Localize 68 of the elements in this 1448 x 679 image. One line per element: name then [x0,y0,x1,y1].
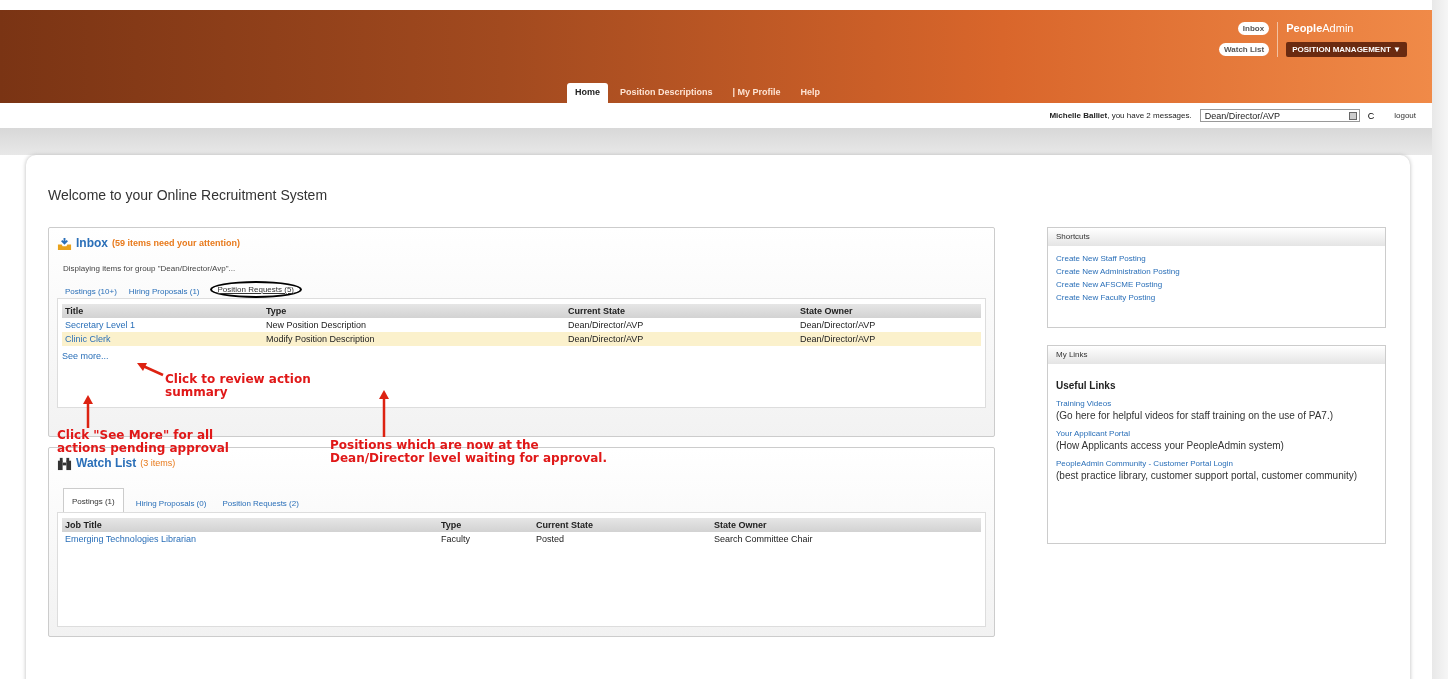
tab[interactable]: Position Requests (5) [209,281,302,298]
useful-link[interactable]: PeopleAdmin Community - Customer Portal Login [1056,459,1233,468]
link-description: (How Applicants access your PeopleAdmin system) [1056,440,1285,452]
annotation-text: Click "See More" for all actions pending approval [57,429,229,455]
tab[interactable]: Postings (1) [63,488,124,512]
dropdown-icon [1348,111,1357,120]
tab[interactable]: Position Requests (2) [218,495,303,512]
user-greeting: Michelle Balliet, you have 2 messages. [1049,111,1192,120]
column-header: Current State [533,518,711,532]
title-link[interactable]: Clinic Clerk [62,332,263,346]
annotation-text: Positions which are now at the Dean/Director level waiting for approval. [330,439,607,465]
table-cell: Dean/Director/AVP [565,332,797,346]
refresh-button[interactable]: C [1367,110,1375,121]
nav-tab[interactable]: Help [792,83,829,103]
table-cell: New Position Description [263,318,565,332]
brand-logo: PeopleAdmin [1286,22,1355,36]
column-header: State Owner [797,304,981,318]
shortcut-link[interactable]: Create New Faculty Posting [1056,291,1377,304]
item-count: (3 items) [140,458,176,468]
link-description: (best practice library, customer support portal, customer community) [1056,470,1359,482]
panel-title[interactable]: Inbox [76,236,108,250]
column-header: Current State [565,304,797,318]
annotation-arrow [135,362,165,378]
table-cell: Posted [533,532,711,546]
inbox-icon [57,235,72,251]
link-description: (Go here for helpful videos for staff training on the use of PA7.) [1056,410,1334,422]
nav-tab[interactable]: | My Profile [724,83,789,103]
page-title: Welcome to your Online Recruitment System [48,187,329,205]
shortcut-link[interactable]: Create New Staff Posting [1056,252,1377,265]
shortcut-link[interactable]: Create New AFSCME Posting [1056,278,1377,291]
module-menu[interactable]: POSITION MANAGEMENT ▼ [1286,42,1407,57]
annotation-arrow [82,394,94,430]
column-header: Title [62,304,263,318]
panel-title: My Links [1048,346,1385,364]
column-header: Type [438,518,533,532]
binoculars-icon [57,455,72,471]
table-cell: Search Committee Chair [711,532,981,546]
group-select[interactable]: Dean/Director/AVP [1199,109,1360,122]
column-header: State Owner [711,518,981,532]
table-cell: Faculty [438,532,533,546]
header-link[interactable]: Watch List [1219,43,1270,56]
nav-tab[interactable]: Home [567,83,608,103]
column-header: Type [263,304,565,318]
logout-link[interactable]: logout [1394,111,1416,120]
panel-title: Shortcuts [1048,228,1385,246]
title-link[interactable]: Emerging Technologies Librarian [62,532,438,546]
group-note: Displaying items for group "Dean/Director/Avp"... [63,264,237,273]
annotation-arrow [378,389,390,439]
section-heading: Useful Links [1056,380,1117,391]
header-link[interactable]: Inbox [1237,22,1270,35]
column-header: Job Title [62,518,438,532]
useful-link[interactable]: Your Applicant Portal [1056,429,1130,438]
tab[interactable]: Hiring Proposals (0) [131,495,211,512]
nav-tab[interactable]: Position Descriptions [612,83,721,103]
table-cell: Dean/Director/AVP [797,332,981,346]
shortcut-link[interactable]: Create New Administration Posting [1056,265,1377,278]
scrollbar[interactable] [1432,0,1448,679]
panel-title[interactable]: Watch List [76,456,137,470]
table-cell: Dean/Director/AVP [565,318,797,332]
title-link[interactable]: Secretary Level 1 [62,318,263,332]
annotation-text: Click to review action summary [165,373,311,399]
item-count: (59 items need your attention) [112,238,241,248]
tab[interactable]: Postings (10+) [63,285,119,298]
see-more-link[interactable]: See more... [62,351,109,361]
table-cell: Modify Position Description [263,332,565,346]
table-cell: Dean/Director/AVP [797,318,981,332]
useful-link[interactable]: Training Videos [1056,399,1112,408]
tab[interactable]: Hiring Proposals (1) [126,285,202,298]
